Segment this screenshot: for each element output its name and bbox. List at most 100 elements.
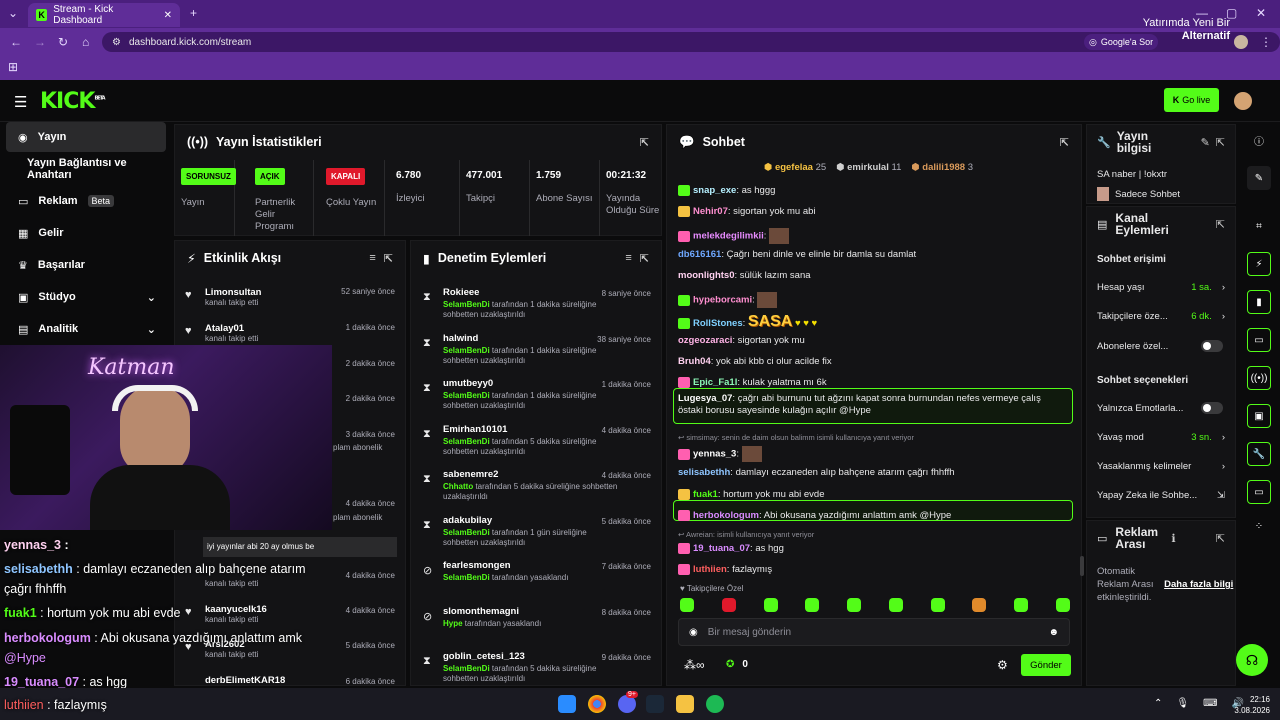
chat-message[interactable]: db616161: Çağrı beni dinle ve elinle bir… (678, 249, 916, 260)
chat-username[interactable]: Epic_Fa1l (693, 377, 737, 388)
new-tab-icon[interactable]: + (190, 6, 197, 20)
popout-icon[interactable]: ⇱ (640, 136, 649, 149)
chat-username[interactable]: db616161 (678, 249, 721, 260)
sidebar-item-studyo[interactable]: ▣ Stüdyo ⌄ (6, 282, 166, 312)
popout-icon[interactable]: ⇱ (1216, 532, 1225, 545)
account-age-setting[interactable]: Hesap yaşı 1 sa. › (1097, 282, 1225, 293)
chat-username[interactable]: hypeborcami (693, 295, 752, 306)
close-window-icon[interactable]: ✕ (1256, 6, 1266, 20)
info-icon[interactable]: ⓘ (1247, 128, 1271, 152)
profile-avatar[interactable] (1234, 35, 1248, 49)
stream-category[interactable]: Sadece Sohbet (1097, 187, 1180, 201)
chat-username[interactable]: Lugesya_07 (678, 393, 732, 404)
learn-more-link[interactable]: Daha fazla bilgi (1164, 579, 1233, 590)
emote-icon[interactable] (721, 598, 736, 612)
ad-icon[interactable]: ▭ (1247, 480, 1271, 504)
steam-icon[interactable] (646, 695, 664, 713)
subs-only-toggle[interactable] (1201, 340, 1223, 352)
sidebar-item-stream-key[interactable]: Yayın Bağlantısı ve Anahtarı (6, 154, 166, 184)
ai-moderation-setting[interactable]: Yapay Zeka ile Sohbe... ⇲ (1097, 490, 1225, 501)
ticket-icon[interactable]: ▣ (1247, 404, 1271, 428)
go-live-button[interactable]: K Go live (1164, 88, 1219, 112)
gifter-name[interactable]: egefelaa (775, 162, 813, 173)
moderated-user[interactable]: fearlesmongen (443, 560, 623, 571)
moderator-name[interactable]: Hype (443, 619, 463, 628)
popout-icon[interactable]: ⇱ (640, 252, 649, 265)
reload-icon[interactable]: ↻ (58, 35, 68, 49)
gifter-name[interactable]: emirkulal (847, 162, 889, 173)
chat-bubble-icon[interactable]: ▭ (1247, 328, 1271, 352)
chat-username[interactable]: snap_exe (693, 185, 736, 196)
edit-icon[interactable]: ✎ (1201, 136, 1210, 149)
broadcast-icon[interactable]: ((•)) (1247, 366, 1271, 390)
kick-logo[interactable]: KICKBETA (40, 89, 106, 114)
focus-icon[interactable]: ⌗ (1247, 214, 1271, 238)
moderator-name[interactable]: SelamBenDi (443, 346, 490, 355)
moderated-user[interactable]: Rokieee (443, 287, 623, 298)
network-icon[interactable]: ⌨ (1203, 698, 1217, 709)
moderator-name[interactable]: SelamBenDi (443, 664, 490, 673)
popout-icon[interactable]: ⇱ (1216, 136, 1225, 149)
chat-username[interactable]: yennas_3 (693, 449, 736, 460)
filter-icon[interactable]: ≡ (625, 252, 631, 264)
chat-settings-icon[interactable]: ⚙ (997, 658, 1008, 672)
chat-message[interactable]: melekdegilimkii: (678, 228, 790, 244)
forward-icon[interactable]: → (34, 35, 46, 49)
chat-username[interactable]: Nehir07 (693, 206, 728, 217)
apps-grid-icon[interactable]: ⊞ (8, 60, 18, 74)
filter-icon[interactable]: ≡ (369, 252, 375, 264)
popout-icon[interactable]: ⇱ (1216, 218, 1225, 231)
spotify-icon[interactable] (706, 695, 724, 713)
microphone-icon[interactable]: 🎙 (1176, 698, 1189, 709)
moderated-user[interactable]: umutbeyy0 (443, 378, 623, 389)
emote-icon[interactable] (763, 598, 778, 612)
moderated-user[interactable]: Emirhan10101 (443, 424, 623, 435)
tab-search-icon[interactable]: ⌄ (8, 6, 18, 20)
slow-mode-setting[interactable]: Yavaş mod 3 sn. › (1097, 432, 1225, 443)
emote-icon[interactable] (1055, 598, 1070, 612)
chat-input[interactable]: ◉ Bir mesaj gönderin ☻ (678, 618, 1070, 646)
emote-icon[interactable] (930, 598, 945, 612)
chevron-up-icon[interactable]: ⌃ (1154, 698, 1162, 709)
moderated-user[interactable]: halwind (443, 333, 623, 344)
emote-only-toggle[interactable] (1201, 402, 1223, 414)
clock[interactable]: 22:16 3.08.2026 (1232, 694, 1270, 716)
send-button[interactable]: Gönder (1021, 654, 1071, 676)
gifter-name[interactable]: dalili1988 (922, 162, 965, 173)
browser-tab[interactable]: K Stream - Kick Dashboard ✕ (28, 3, 180, 27)
chat-message[interactable]: hypeborcami: (678, 292, 778, 308)
emoji-icon[interactable]: ☻ (1048, 627, 1059, 638)
chat-message[interactable]: ozgeozaraci: sigortan yok mu (678, 335, 805, 346)
chat-message[interactable]: Epic_Fa1l: kulak yalatma mı 6k (678, 377, 827, 388)
chat-username[interactable]: Bruh04 (678, 356, 711, 367)
moderated-user[interactable]: adakubilay (443, 515, 623, 526)
close-tab-icon[interactable]: ✕ (164, 10, 172, 21)
channel-points[interactable]: ✪ 0 (726, 659, 748, 670)
chat-message[interactable]: fuak1: hortum yok mu abi evde (678, 489, 825, 500)
moderated-user[interactable]: sabenemre2 (443, 469, 623, 480)
document-icon[interactable]: ▮ (1247, 290, 1271, 314)
popout-icon[interactable]: ⇱ (1060, 136, 1069, 149)
emote-icon[interactable] (805, 598, 820, 612)
support-headset-icon[interactable]: ☊ (1236, 644, 1268, 676)
chat-message[interactable]: luthiien: fazlaymış (678, 564, 772, 575)
sidebar-item-analitik[interactable]: ▤ Analitik ⌄ (6, 314, 166, 344)
emote-icon[interactable] (1014, 598, 1029, 612)
sidebar-item-yayin[interactable]: ◉ Yayın (6, 122, 166, 152)
windows-start-icon[interactable] (558, 695, 576, 713)
back-icon[interactable]: ← (10, 35, 22, 49)
moderated-user[interactable]: goblin_cetesi_123 (443, 651, 623, 662)
chat-message[interactable]: 19_tuana_07: as hgg (678, 543, 784, 554)
chat-username[interactable]: ozgeozaraci (678, 335, 732, 346)
hamburger-menu-icon[interactable]: ☰ (14, 93, 27, 111)
chat-message[interactable]: Lugesya_07: çağrı abi burnunu tut ağzını… (678, 393, 1058, 417)
moderator-name[interactable]: Chhatto (443, 482, 473, 491)
emote-icon[interactable] (888, 598, 903, 612)
moderator-name[interactable]: SelamBenDi (443, 437, 490, 446)
community-icon[interactable]: ⁂∞ (684, 658, 705, 672)
chat-username[interactable]: selisabethh (678, 467, 730, 478)
bolt-icon[interactable]: ⚡ (1247, 252, 1271, 276)
home-icon[interactable]: ⌂ (82, 35, 89, 49)
moderator-name[interactable]: SelamBenDi (443, 391, 490, 400)
menu-dots-icon[interactable]: ⋮ (1260, 35, 1272, 49)
